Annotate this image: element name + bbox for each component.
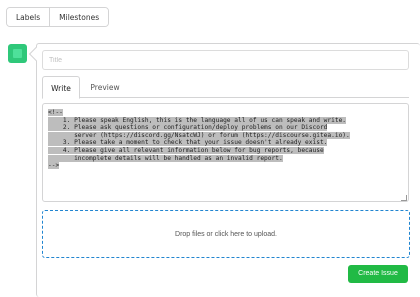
editor-line: <!-- <box>48 109 63 116</box>
issue-title-input[interactable] <box>42 50 409 70</box>
issue-body-textarea[interactable]: <!-- 1. Please speak English, this is th… <box>42 103 409 202</box>
editor-line: 2. Please ask questions or configuration… <box>48 124 328 132</box>
dropzone-label: Drop files or click here to upload. <box>175 230 277 238</box>
editor-line: 3. Please take a moment to check that yo… <box>48 139 328 147</box>
tab-write[interactable]: Write <box>42 76 80 99</box>
editor-line: --> <box>48 162 60 170</box>
editor-tabs: Write Preview <box>42 76 409 99</box>
textarea-resize-handle[interactable] <box>401 195 407 201</box>
issue-sidebar-buttons: Labels Milestones <box>6 7 110 27</box>
editor-line: 1. Please speak English, this is the lan… <box>48 116 347 124</box>
file-dropzone[interactable]: Drop files or click here to upload. <box>42 210 410 258</box>
avatar-identicon-icon <box>13 49 22 58</box>
tab-preview[interactable]: Preview <box>84 76 126 99</box>
create-issue-button[interactable]: Create Issue <box>348 265 408 283</box>
labels-button[interactable]: Labels <box>7 8 50 26</box>
user-avatar[interactable] <box>8 44 27 63</box>
editor-line: 4. Please give all relevant information … <box>48 146 324 154</box>
milestones-button[interactable]: Milestones <box>49 8 109 26</box>
editor-line: incomplete details will be handled as an… <box>48 154 283 162</box>
editor-line: server (https://discord.gg/NsatcWJ) or f… <box>48 131 350 139</box>
